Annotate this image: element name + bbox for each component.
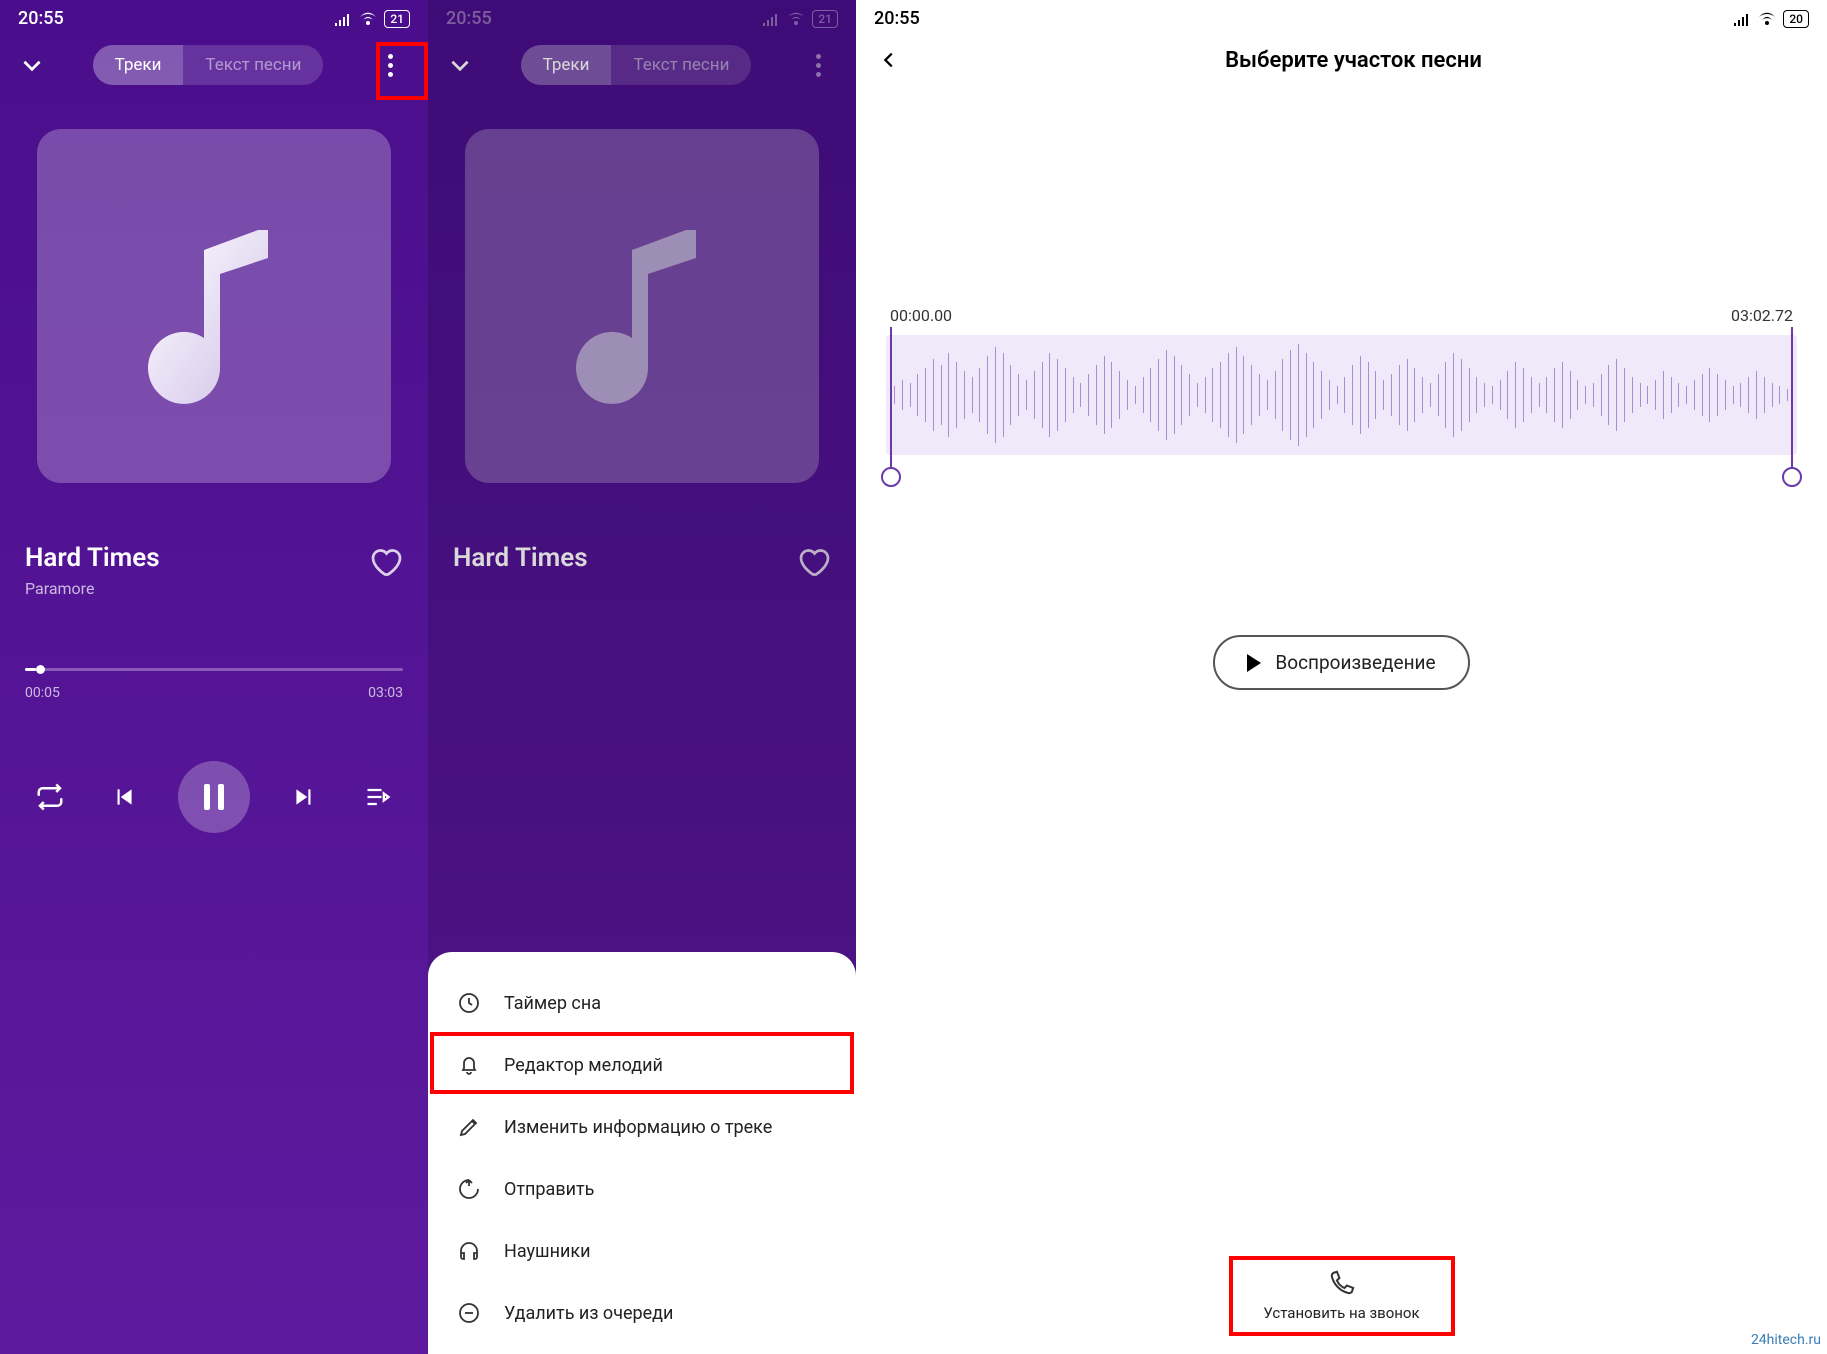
next-button[interactable] xyxy=(284,777,324,817)
player-topbar: Треки Текст песни xyxy=(0,37,428,99)
battery-icon: 20 xyxy=(1783,10,1809,28)
wifi-icon xyxy=(358,11,378,27)
menu-headphones[interactable]: Наушники xyxy=(428,1220,856,1282)
trim-handle-start[interactable] xyxy=(890,327,892,477)
clock-icon xyxy=(456,990,482,1016)
signal-icon xyxy=(1733,12,1751,26)
collapse-button[interactable] xyxy=(18,51,46,79)
share-icon xyxy=(456,1176,482,1202)
context-menu-sheet: Таймер сна Редактор мелодий Изменить инф… xyxy=(428,952,856,1354)
waveform-section: 00:00.00 03:02.72 xyxy=(856,86,1827,495)
progress-slider[interactable] xyxy=(25,668,403,671)
playback-button[interactable]: Воспроизведение xyxy=(1213,635,1469,690)
menu-edit-track-info[interactable]: Изменить информацию о треке xyxy=(428,1096,856,1158)
tab-tracks[interactable]: Треки xyxy=(93,45,184,85)
trim-handle-end[interactable] xyxy=(1791,327,1793,477)
status-icons: 21 xyxy=(334,10,410,28)
highlight-ringtone-editor xyxy=(430,1032,854,1094)
waveform-editor[interactable] xyxy=(886,335,1797,455)
signal-icon xyxy=(334,12,352,26)
trim-start-time: 00:00.00 xyxy=(890,306,952,325)
previous-button[interactable] xyxy=(104,777,144,817)
editor-title: Выберите участок песни xyxy=(928,48,1779,73)
menu-remove-from-queue[interactable]: Удалить из очереди xyxy=(428,1282,856,1344)
battery-icon: 21 xyxy=(384,10,410,28)
editor-header: Выберите участок песни xyxy=(856,37,1827,86)
highlight-set-ringtone xyxy=(1229,1256,1455,1336)
back-button[interactable] xyxy=(874,45,904,75)
track-artist: Paramore xyxy=(25,579,160,598)
panel-ringtone-editor: 20:55 20 Выберите участок песни 00:00.00… xyxy=(856,0,1827,1354)
music-note-icon xyxy=(114,206,314,406)
tab-group: Треки Текст песни xyxy=(93,45,324,85)
track-title: Hard Times xyxy=(25,543,160,573)
status-bar: 20:55 20 xyxy=(856,0,1827,37)
highlight-more-button xyxy=(376,42,428,100)
time-total: 03:03 xyxy=(368,685,403,701)
panel-player: 20:55 21 Треки Текст песни Hard Times Pa… xyxy=(0,0,428,1354)
watermark: 24hitech.ru xyxy=(1751,1332,1821,1348)
track-info: Hard Times Paramore xyxy=(0,483,428,598)
time-current: 00:05 xyxy=(25,685,60,701)
queue-button[interactable] xyxy=(358,777,398,817)
status-time: 20:55 xyxy=(18,8,64,29)
menu-sleep-timer[interactable]: Таймер сна xyxy=(428,972,856,1034)
remove-icon xyxy=(456,1300,482,1326)
status-time: 20:55 xyxy=(874,8,920,29)
tab-lyrics[interactable]: Текст песни xyxy=(183,45,323,85)
pause-button[interactable] xyxy=(178,761,250,833)
panel-player-menu: 20:55 21 ТрекиТекст песни Hard Times Тай… xyxy=(428,0,856,1354)
menu-share[interactable]: Отправить xyxy=(428,1158,856,1220)
wifi-icon xyxy=(1757,11,1777,27)
album-art xyxy=(37,129,391,483)
headphones-icon xyxy=(456,1238,482,1264)
trim-end-time: 03:02.72 xyxy=(1731,306,1793,325)
progress-section: 00:05 03:03 xyxy=(0,598,428,701)
repeat-button[interactable] xyxy=(30,777,70,817)
pencil-icon xyxy=(456,1114,482,1140)
status-bar: 20:55 21 xyxy=(0,0,428,37)
favorite-button[interactable] xyxy=(367,543,403,579)
play-icon xyxy=(1247,654,1261,672)
playback-controls xyxy=(0,701,428,833)
